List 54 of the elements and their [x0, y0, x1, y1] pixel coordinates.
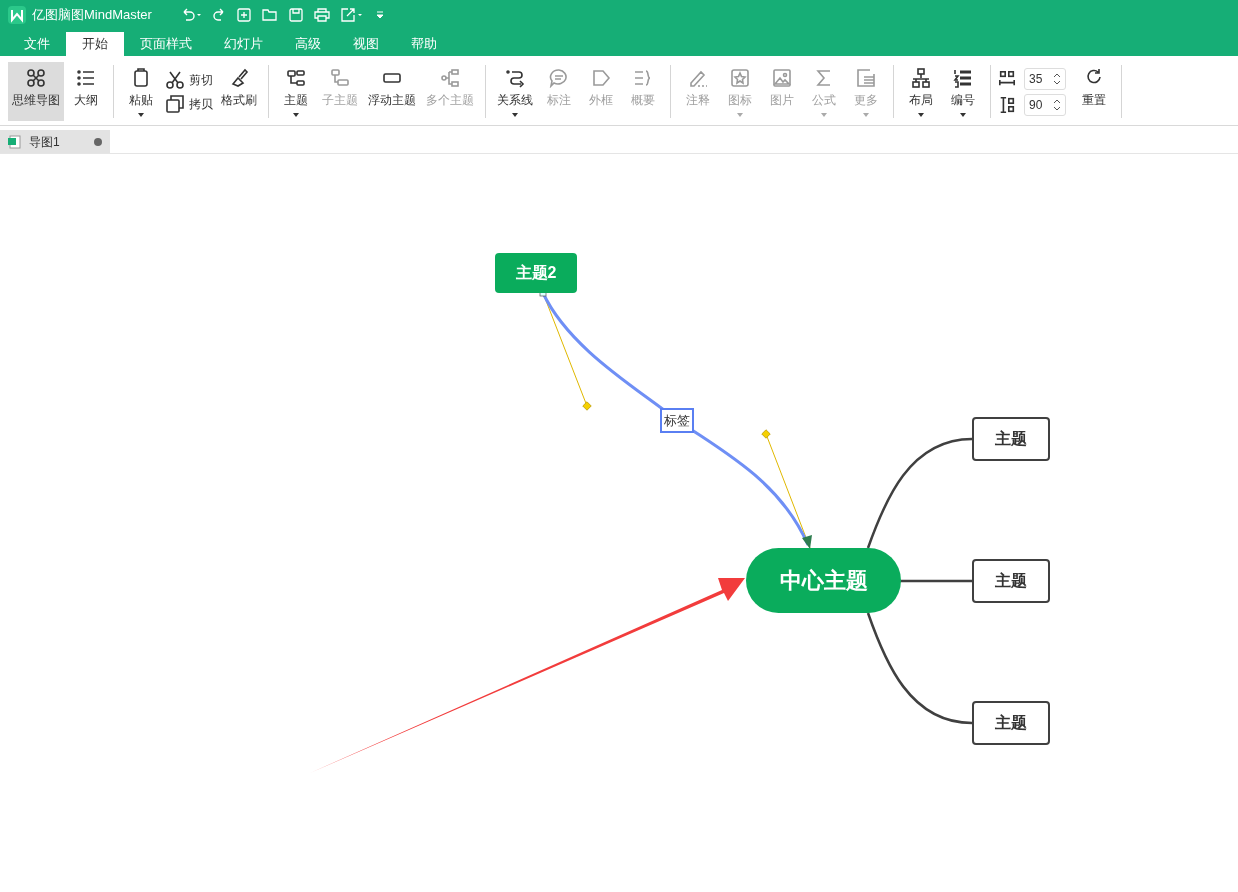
toolbar-button[interactable]: 重置: [1074, 62, 1114, 121]
toolbar-button[interactable]: 主题: [276, 62, 316, 121]
topic-icon: [286, 68, 306, 88]
menu-tab[interactable]: 开始: [66, 32, 124, 56]
up-down-arrows-icon: [1053, 71, 1061, 86]
image-icon: [772, 68, 792, 88]
toolbar-button[interactable]: 大纲: [66, 62, 106, 121]
customize-dropdown-icon[interactable]: [375, 10, 384, 20]
toolbar-button[interactable]: 浮动主题: [364, 62, 420, 121]
list-icon: [76, 68, 96, 88]
pencil-icon: [688, 68, 708, 88]
horizontal-spacing-icon: [998, 69, 1016, 88]
number-spinner[interactable]: 35: [1024, 67, 1066, 90]
folder-icon[interactable]: [261, 8, 278, 22]
toolbar-button[interactable]: 布局: [901, 62, 941, 121]
relation-line-icon: [505, 68, 525, 88]
app-logo-icon: [8, 6, 26, 24]
star-frame-icon: [730, 68, 750, 88]
speech-bubble-icon: [549, 68, 569, 88]
paintbrush-icon: [229, 68, 249, 88]
subtopic-icon: [330, 68, 350, 88]
save-icon[interactable]: [288, 8, 303, 22]
toolbar-button[interactable]: 思维导图: [8, 62, 64, 121]
mindmap-icon: [26, 68, 46, 88]
document-tab[interactable]: 导图1: [0, 130, 110, 153]
main-topic[interactable]: 主题: [972, 559, 1050, 603]
scissors-icon: [165, 69, 185, 90]
export-icon[interactable]: [340, 8, 365, 22]
relationship-label[interactable]: 标签: [660, 408, 694, 433]
print-icon[interactable]: [313, 8, 330, 22]
mindmap-file-icon: [8, 134, 21, 149]
up-down-arrows-icon: [1053, 97, 1061, 112]
tag-shape-icon: [591, 68, 611, 88]
more-panel-icon: [856, 68, 876, 88]
main-topic[interactable]: 主题: [972, 701, 1050, 745]
vertical-spacing-icon: [998, 95, 1016, 114]
number-spinner[interactable]: 90: [1024, 93, 1066, 116]
multi-topic-icon: [440, 68, 460, 88]
toolbar-button[interactable]: 编号: [943, 62, 983, 121]
numbered-list-icon: [953, 68, 973, 88]
main-topic[interactable]: 主题: [972, 417, 1050, 461]
toolbar-button[interactable]: 格式刷: [217, 62, 261, 121]
branch-line: [900, 579, 972, 583]
redo-icon[interactable]: [212, 8, 226, 22]
toolbar-button[interactable]: 剪切: [165, 69, 213, 90]
toolbar-button[interactable]: 拷贝: [165, 93, 213, 114]
hierarchy-icon: [911, 68, 931, 88]
new-file-icon[interactable]: [236, 8, 251, 22]
copy-icon: [165, 93, 185, 114]
toolbar-button[interactable]: 粘贴: [121, 62, 161, 121]
app-title: 亿图脑图MindMaster: [32, 6, 152, 25]
toolbar-button[interactable]: 关系线: [493, 62, 537, 121]
bracket-icon: [633, 68, 653, 88]
clipboard-icon: [131, 68, 151, 88]
